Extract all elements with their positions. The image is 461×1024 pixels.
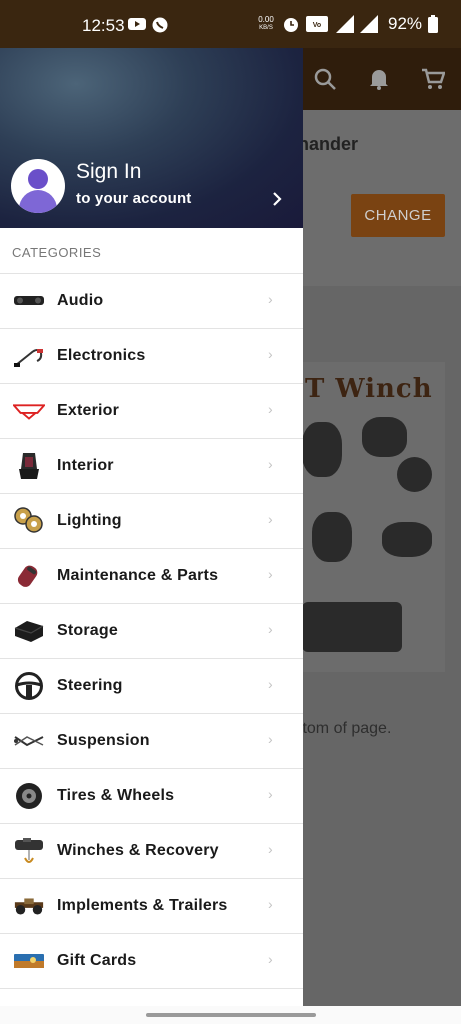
category-lighting[interactable]: Lighting › [0,493,303,548]
category-exterior[interactable]: Exterior › [0,383,303,438]
category-tires-wheels[interactable]: Tires & Wheels › [0,768,303,823]
category-label: Maintenance & Parts [57,567,219,584]
change-button[interactable]: CHANGE [351,194,445,237]
category-label: Audio [57,292,104,309]
signal-4g-icon [336,15,354,33]
product-image-text: T Winch [305,374,433,404]
filter-icon [13,561,45,591]
category-gift-cards[interactable]: Gift Cards › [0,933,303,988]
chevron-right-icon: › [268,786,273,802]
steering-wheel-icon [13,671,45,701]
list-divider [0,988,303,998]
cable-icon [13,341,45,371]
category-steering[interactable]: Steering › [0,658,303,713]
category-implements-trailers[interactable]: Implements & Trailers › [0,878,303,933]
gift-card-icon [13,946,45,976]
category-suspension[interactable]: Suspension › [0,713,303,768]
youtube-icon [128,18,146,30]
categories-heading: CATEGORIES [12,245,102,260]
whatsapp-icon [152,17,168,33]
page-footer-text: ttom of page. [298,720,392,737]
category-list: Audio › Electronics › Exterior › Interio… [0,273,303,998]
navigation-drawer: Sign In to your account CATEGORIES Audio… [0,48,303,1006]
sign-in-subtitle[interactable]: to your account [76,190,192,207]
status-bar: 12:53 0.00 KB/S Vo 92% [0,0,461,48]
red-bumper-icon [13,396,45,426]
sign-in-title[interactable]: Sign In [76,160,141,184]
category-maintenance-parts[interactable]: Maintenance & Parts › [0,548,303,603]
chevron-right-icon: › [268,291,273,307]
bell-icon[interactable] [369,68,389,90]
seat-icon [13,451,45,481]
chevron-right-icon: › [268,621,273,637]
svg-text:Vo: Vo [313,22,321,29]
chevron-right-icon: › [268,841,273,857]
winch-icon [13,836,45,866]
led-lights-icon [13,506,45,536]
category-storage[interactable]: Storage › [0,603,303,658]
category-label: Interior [57,457,114,474]
category-label: Storage [57,622,118,639]
speaker-bar-icon [13,286,45,316]
category-label: Steering [57,677,123,694]
chevron-right-icon: › [268,566,273,582]
chevron-right-icon: › [268,676,273,692]
home-gesture-handle[interactable] [146,1013,316,1017]
category-interior[interactable]: Interior › [0,438,303,493]
category-label: Electronics [57,347,146,364]
search-icon[interactable] [314,68,336,90]
category-electronics[interactable]: Electronics › [0,328,303,383]
sign-in-header[interactable]: Sign In to your account [0,48,303,228]
category-label: Suspension [57,732,150,749]
implement-icon [13,891,45,921]
status-time: 12:53 [82,16,125,35]
chevron-right-icon: › [268,951,273,967]
battery-percent: 92% [388,14,423,33]
cart-icon[interactable] [421,68,445,90]
category-label: Exterior [57,402,120,419]
category-label: Lighting [57,512,122,529]
chevron-right-icon[interactable] [271,191,283,207]
chevron-right-icon: › [268,511,273,527]
notification-icons [128,17,168,33]
category-label: Winches & Recovery [57,842,219,859]
signal-icon [360,15,378,33]
system-nav-bar [0,1006,461,1024]
net-speed: 0.00 KB/S [258,15,274,31]
volte-icon: Vo [306,16,328,32]
chevron-right-icon: › [268,896,273,912]
vehicle-name: nander [298,134,359,154]
suspension-arm-icon [13,726,45,756]
alarm-icon [284,18,298,32]
chevron-right-icon: › [268,346,273,362]
chevron-right-icon: › [268,401,273,417]
category-label: Implements & Trailers [57,897,228,914]
system-icons: 0.00 KB/S Vo 92% [256,14,439,34]
category-audio[interactable]: Audio › [0,273,303,328]
category-label: Gift Cards [57,952,137,969]
battery-icon [428,15,439,33]
storage-box-icon [13,616,45,646]
category-winches-recovery[interactable]: Winches & Recovery › [0,823,303,878]
avatar [11,159,65,213]
chevron-right-icon: › [268,456,273,472]
chevron-right-icon: › [268,731,273,747]
tire-icon [13,781,45,811]
category-label: Tires & Wheels [57,787,175,804]
